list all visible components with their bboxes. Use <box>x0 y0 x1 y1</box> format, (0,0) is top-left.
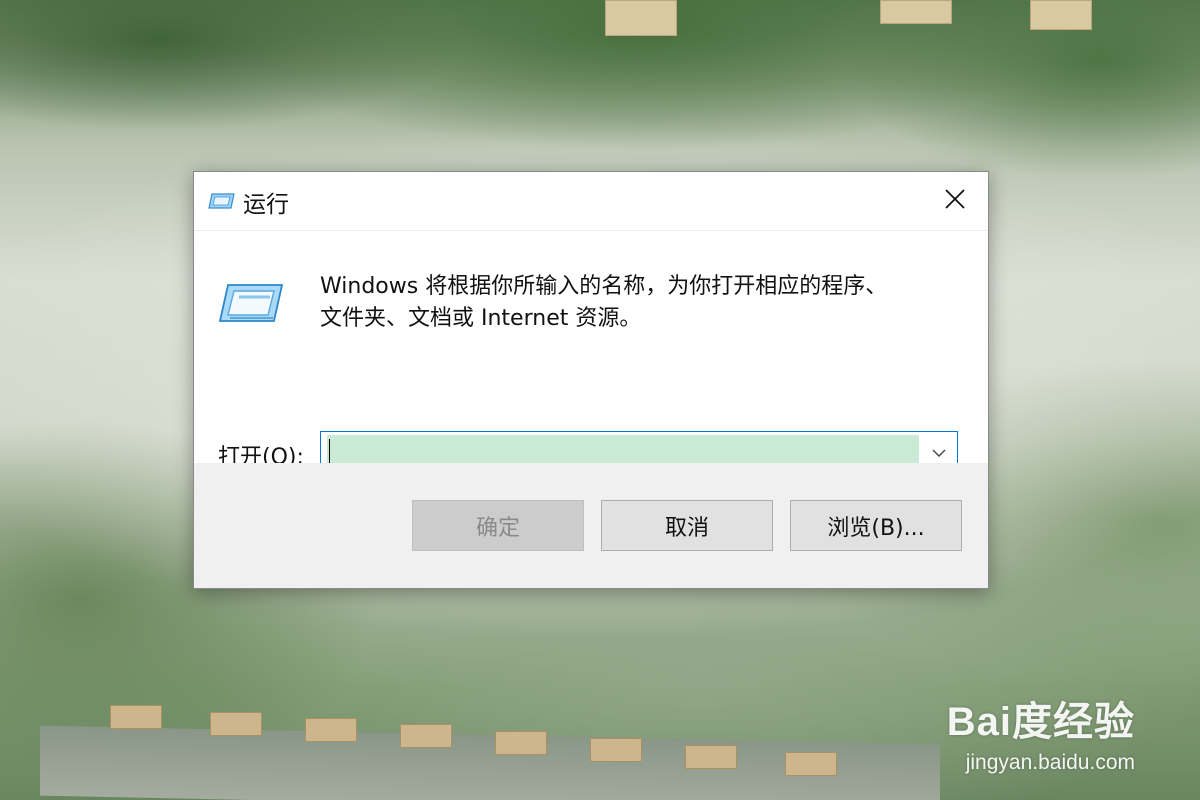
baidu-watermark: Bai度经验 jingyan.baidu.com <box>947 689 1135 775</box>
watermark-logo: Bai度经验 <box>946 700 1135 744</box>
text-caret <box>329 439 330 465</box>
background-barrier <box>305 718 357 742</box>
run-icon <box>208 188 236 212</box>
browse-button[interactable]: 浏览(B)... <box>790 500 962 551</box>
background-barrier <box>785 752 837 776</box>
background-barrier <box>210 712 262 736</box>
chevron-down-icon <box>932 443 946 462</box>
background-barrier <box>685 745 737 769</box>
cancel-button[interactable]: 取消 <box>601 500 773 551</box>
background-house <box>605 0 677 36</box>
dialog-footer: 确定 取消 浏览(B)... <box>194 463 988 588</box>
ok-button[interactable]: 确定 <box>412 500 584 551</box>
run-dialog: 运行 Windows 将根据你所输入的名称，为你打开相应的程序、 文件夹、文档或… <box>193 171 989 589</box>
background-barrier <box>495 731 547 755</box>
run-icon <box>218 279 284 327</box>
dialog-title: 运行 <box>243 192 289 218</box>
close-icon <box>945 189 965 213</box>
background-house <box>880 0 952 24</box>
desktop-background: 运行 Windows 将根据你所输入的名称，为你打开相应的程序、 文件夹、文档或… <box>0 0 1200 800</box>
background-house <box>1030 0 1092 30</box>
watermark-url: jingyan.baidu.com <box>965 751 1135 774</box>
background-barrier <box>590 738 642 762</box>
close-button[interactable] <box>936 182 974 220</box>
dialog-description: Windows 将根据你所输入的名称，为你打开相应的程序、 文件夹、文档或 In… <box>320 271 960 335</box>
dialog-body: Windows 将根据你所输入的名称，为你打开相应的程序、 文件夹、文档或 In… <box>194 231 988 473</box>
background-barrier <box>400 724 452 748</box>
description-line: 文件夹、文档或 Internet 资源。 <box>320 306 642 331</box>
title-bar[interactable]: 运行 <box>194 172 988 231</box>
background-barrier <box>110 705 162 729</box>
description-line: Windows 将根据你所输入的名称，为你打开相应的程序、 <box>320 274 888 299</box>
